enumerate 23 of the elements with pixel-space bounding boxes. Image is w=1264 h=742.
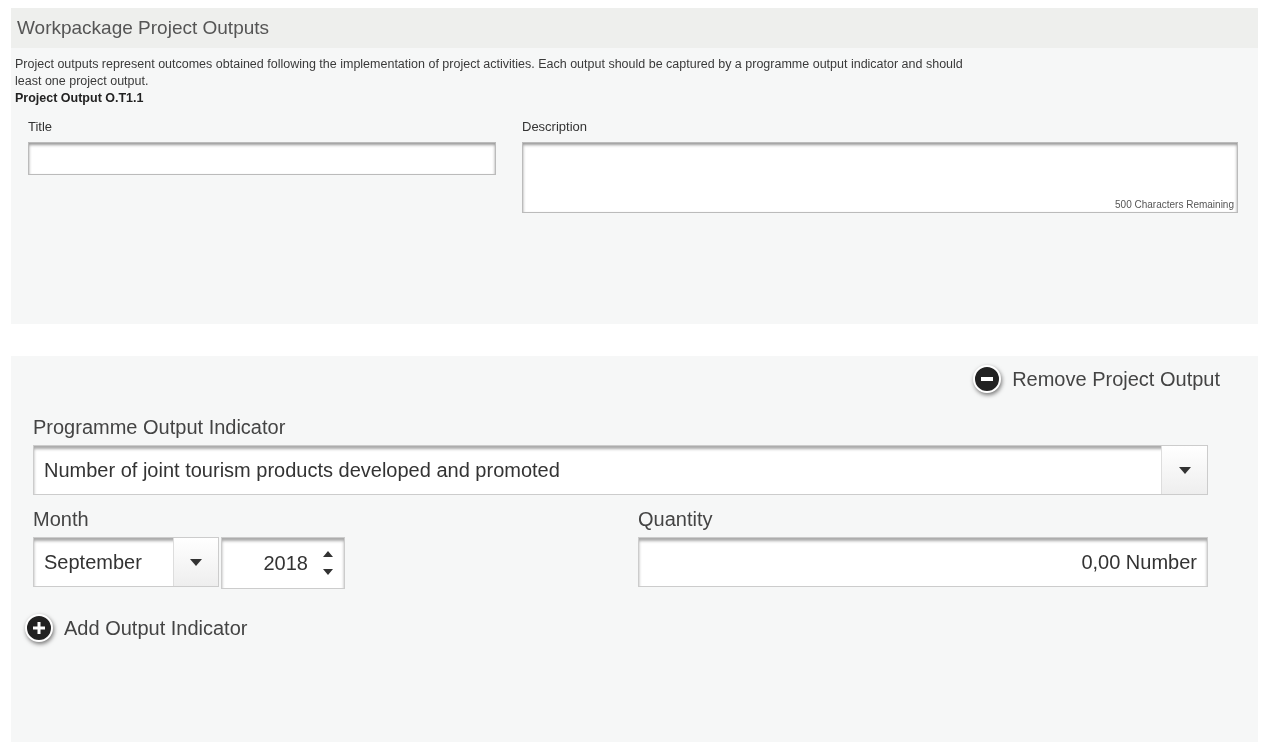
- character-counter: 500 Characters Remaining: [1115, 199, 1234, 210]
- year-spinner[interactable]: 2018: [221, 537, 345, 589]
- remove-output-button[interactable]: Remove Project Output: [972, 364, 1220, 394]
- add-indicator-button[interactable]: Add Output Indicator: [24, 613, 248, 643]
- section-title: Workpackage Project Outputs: [17, 17, 270, 39]
- description-field[interactable]: 500 Characters Remaining: [522, 142, 1238, 213]
- indicator-select[interactable]: Number of joint tourism products developed and promoted: [33, 445, 1208, 495]
- indicator-label: Programme Output Indicator: [33, 416, 287, 439]
- title-label: Title: [28, 119, 54, 134]
- caret-down-icon: [190, 558, 202, 566]
- caret-down-icon: [1178, 466, 1191, 474]
- spinner-arrows-icon: [322, 550, 334, 576]
- intro-text: Project outputs represent outcomes obtained following the implementation of project activities. Each output should be captured by a programme output indicator and should: [15, 56, 964, 73]
- description-label: Description: [522, 119, 589, 134]
- intro-text: least one project output.: [15, 73, 150, 90]
- quantity-field[interactable]: 0,00 Number: [638, 537, 1208, 587]
- month-select[interactable]: September: [33, 537, 219, 587]
- output-heading: Project Output O.T1.1: [14, 90, 145, 105]
- plus-circle-icon: [24, 613, 54, 643]
- quantity-label: Quantity: [638, 508, 714, 531]
- month-label: Month: [33, 508, 90, 531]
- minus-circle-icon: [972, 364, 1003, 394]
- title-field[interactable]: [28, 142, 496, 175]
